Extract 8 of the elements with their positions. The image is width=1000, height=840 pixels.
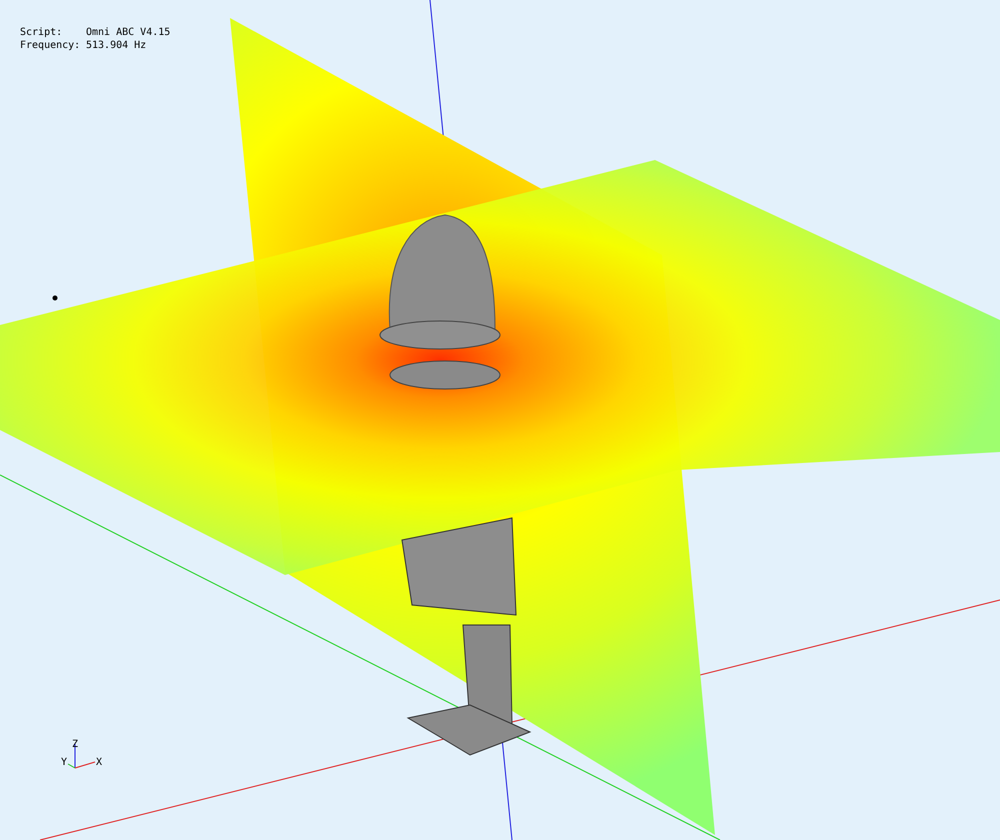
info-value: 513.904 Hz: [86, 39, 148, 52]
info-value: Omni ABC V4.15: [86, 26, 170, 39]
x-axis-label: X: [96, 757, 102, 768]
info-label: Script:: [20, 26, 64, 39]
y-axis-label: Y: [61, 757, 68, 768]
marker-dot: [52, 296, 58, 300]
z-axis-label: Z: [72, 739, 78, 750]
info-label: Frequency:: [20, 39, 82, 52]
